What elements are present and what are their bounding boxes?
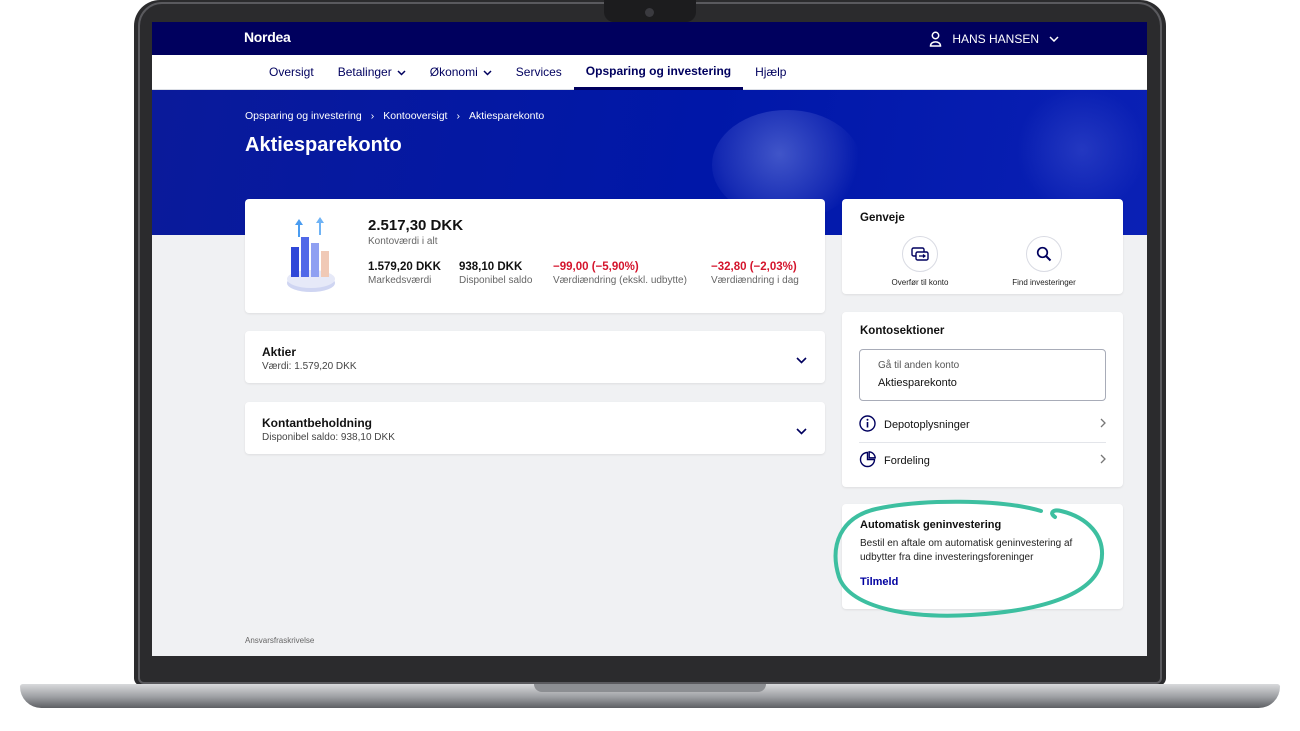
stat-market-value: 1.579,20 DKK Markedsværdi <box>368 261 441 286</box>
stat-available-balance: 938,10 DKK Disponibel saldo <box>459 261 532 286</box>
link-label: Depotoplysninger <box>884 418 970 431</box>
link-label: Fordeling <box>884 454 930 467</box>
shortcuts-card: Genveje Overfør til konto Find investeri… <box>842 199 1123 294</box>
breadcrumb-item-overview[interactable]: Kontooversigt <box>383 110 447 122</box>
account-sections-title: Kontosektioner <box>860 325 945 337</box>
nav-item-label: Økonomi <box>429 65 478 79</box>
total-value-label: Kontoværdi i alt <box>368 236 438 247</box>
main-nav: Oversigt Betalinger Økonomi Services Opspari… <box>152 55 1147 90</box>
chevron-right-icon <box>1100 454 1106 467</box>
nav-item-3[interactable]: Services <box>504 55 574 90</box>
nav-item-0[interactable]: Oversigt <box>257 55 326 90</box>
shortcut-label: Overfør til konto <box>891 278 949 287</box>
nav-item-1[interactable]: Betalinger <box>326 55 418 90</box>
chevron-right-icon: › <box>456 110 460 122</box>
hero-decoration <box>1012 90 1147 210</box>
stat-value: 938,10 DKK <box>459 261 523 273</box>
accordion-subtitle: Værdi: 1.579,20 DKK <box>262 361 357 372</box>
breadcrumb-item-current: Aktiesparekonto <box>468 110 545 122</box>
chevron-right-icon: › <box>370 110 375 122</box>
accordion-title: Kontantbeholdning <box>262 416 372 430</box>
breadcrumb-item-savings[interactable]: Opsparing og investering <box>245 110 362 122</box>
pie-chart-icon <box>859 450 876 471</box>
user-icon <box>929 31 942 47</box>
stat-value: −32,80 (−2,03%) <box>711 261 797 273</box>
user-name: HANS HANSEN <box>952 32 1039 46</box>
chevron-down-icon[interactable] <box>796 351 807 369</box>
highlight-circle <box>833 499 1105 618</box>
link-depot-info[interactable]: Depotoplysninger <box>859 407 1106 442</box>
nordea-logo[interactable]: Nordea <box>244 29 291 45</box>
nav-item-label: Betalinger <box>337 65 392 79</box>
stat-label: Disponibel saldo <box>459 275 533 286</box>
disclaimer-link[interactable]: Ansvarsfraskrivelse <box>245 636 314 645</box>
accordion-stocks[interactable]: Aktier Værdi: 1.579,20 DKK <box>245 331 825 383</box>
summary-card: 2.517,30 DKK Kontoværdi i alt 1.579,20 D… <box>245 199 825 313</box>
nav-items: Oversigt Betalinger Økonomi Services Opspari… <box>257 55 798 90</box>
info-icon <box>859 414 876 435</box>
stat-label: Markedsværdi <box>368 275 432 286</box>
investment-chart-icon <box>287 217 335 292</box>
breadcrumb: Opsparing og investering › Kontooversigt… <box>245 110 544 122</box>
stat-label: Værdiændring (ekskl. udbytte) <box>553 275 687 286</box>
page-title: Aktiesparekonto <box>245 134 402 156</box>
account-select[interactable]: Gå til anden konto Aktiesparekonto <box>859 349 1106 401</box>
nav-item-label: Hjælp <box>755 65 787 79</box>
shortcut-label: Find investeringer <box>1012 278 1076 287</box>
stat-value: −99,00 (−5,90%) <box>553 261 639 273</box>
nav-item-2[interactable]: Økonomi <box>418 55 504 90</box>
chevron-right-icon <box>1100 418 1106 431</box>
shortcut-transfer[interactable]: Overfør til konto <box>880 236 960 287</box>
transfer-icon <box>902 236 938 272</box>
nav-item-label: Services <box>515 65 562 79</box>
stat-label: Værdiændring i dag <box>711 275 799 286</box>
nav-item-label: Opsparing og investering <box>585 63 732 78</box>
nav-item-5[interactable]: Hjælp <box>743 55 798 90</box>
top-bar: Nordea HANS HANSEN <box>152 22 1147 55</box>
account-select-value: Aktiesparekonto <box>878 377 957 389</box>
laptop-base-notch <box>534 684 766 692</box>
camera-icon <box>645 8 654 17</box>
nav-item-label: Oversigt <box>269 65 314 79</box>
accordion-cash[interactable]: Kontantbeholdning Disponibel saldo: 938,… <box>245 402 825 454</box>
stat-value: 1.579,20 DKK <box>368 261 441 273</box>
chevron-down-icon <box>1049 36 1059 42</box>
search-icon <box>1026 236 1062 272</box>
chevron-down-icon[interactable] <box>796 422 807 440</box>
total-value: 2.517,30 DKK <box>368 217 464 234</box>
account-select-label: Gå til anden konto <box>878 360 960 371</box>
chevron-down-icon <box>397 55 406 90</box>
user-menu[interactable]: HANS HANSEN <box>929 31 1059 47</box>
nav-item-4[interactable]: Opsparing og investering <box>573 55 744 90</box>
stat-value-change: −99,00 (−5,90%) Værdiændring (ekskl. udb… <box>553 261 687 286</box>
stat-value-change-today: −32,80 (−2,03%) Værdiændring i dag <box>711 261 799 286</box>
account-sections-card: Kontosektioner Gå til anden konto Akties… <box>842 312 1123 487</box>
accordion-subtitle: Disponibel saldo: 938,10 DKK <box>262 432 395 443</box>
chevron-down-icon <box>483 55 492 90</box>
accordion-title: Aktier <box>262 345 297 359</box>
shortcut-find-investments[interactable]: Find investeringer <box>1004 236 1084 287</box>
shortcuts-title: Genveje <box>860 212 905 224</box>
link-allocation[interactable]: Fordeling <box>859 443 1106 478</box>
